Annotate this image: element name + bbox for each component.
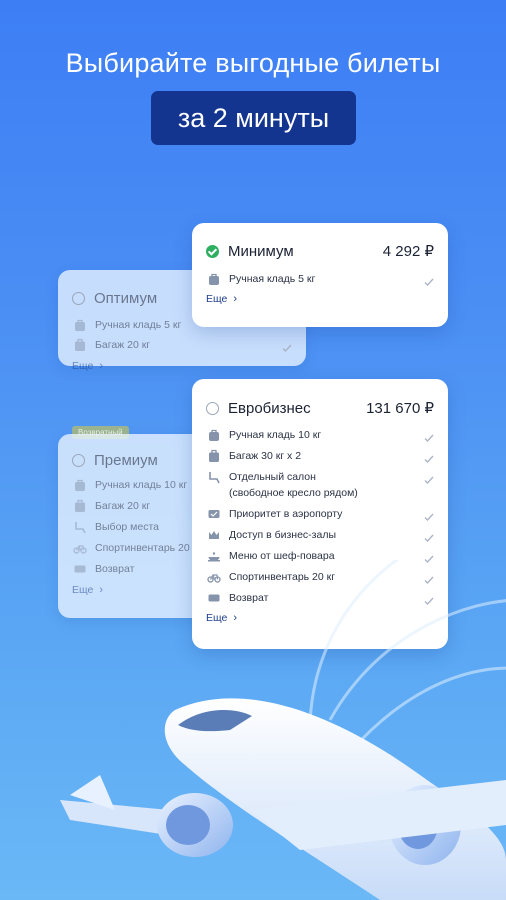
tariff-title: Премиум [94, 451, 158, 469]
seat-icon [72, 520, 87, 534]
seat-icon [206, 470, 221, 484]
bag-icon [72, 478, 87, 492]
chevron-right-icon: › [233, 293, 238, 305]
feature-row: Багаж 30 кг x 2 [206, 449, 434, 469]
more-label: Еще [72, 360, 94, 372]
luggage-icon [72, 338, 87, 352]
bag-icon [72, 318, 87, 332]
priority-icon [206, 507, 221, 521]
feature-label: Спортинвентарь 20 [95, 542, 190, 554]
check-icon [424, 509, 434, 521]
radio-eurobusiness[interactable] [206, 401, 219, 415]
luggage-icon [72, 499, 87, 513]
more-label: Еще [206, 293, 228, 305]
feature-label: Выбор места [95, 521, 159, 533]
feature-row: Отдельный салон (свободное кресло рядом) [206, 470, 434, 504]
feature-label: Ручная кладь 5 кг [95, 319, 182, 331]
tariff-card-minimum[interactable]: Минимум 4 292 ₽ Ручная кладь 5 кг Еще › [192, 223, 448, 327]
radio-optimum[interactable] [72, 291, 85, 305]
tariff-title: Оптимум [94, 289, 158, 307]
check-icon [424, 451, 434, 463]
feature-label: Отдельный салон [229, 471, 316, 483]
more-link[interactable]: Еще › [206, 293, 237, 305]
feature-label: Ручная кладь 10 кг [229, 429, 322, 441]
feature-row: Багаж 20 кг [72, 338, 292, 358]
lounge-icon [206, 528, 221, 542]
tariff-title: Евробизнес [228, 399, 311, 417]
check-icon [424, 430, 434, 442]
feature-label: Багаж 20 кг [95, 339, 151, 351]
airplane-illustration [60, 560, 506, 900]
check-icon [282, 340, 292, 352]
tariff-title: Минимум [228, 242, 294, 260]
check-icon [424, 530, 434, 542]
feature-label: Ручная кладь 10 кг [95, 479, 188, 491]
bag-icon [206, 428, 221, 442]
bicycle-icon [72, 541, 87, 555]
chevron-right-icon: › [99, 360, 104, 372]
feature-label: Багаж 20 кг [95, 500, 151, 512]
radio-premium[interactable] [72, 453, 85, 467]
tariff-price: 4 292 ₽ [382, 243, 434, 260]
more-link[interactable]: Еще › [72, 360, 103, 372]
radio-minimum-selected[interactable] [206, 244, 219, 258]
check-icon [424, 274, 434, 286]
headline: Выбирайте выгодные билеты [65, 48, 441, 78]
duration-badge: за 2 минуты [151, 91, 356, 145]
check-icon [424, 472, 434, 484]
feature-row: Доступ в бизнес-залы [206, 528, 434, 548]
feature-label: Ручная кладь 5 кг [229, 273, 316, 285]
feature-label: Багаж 30 кг x 2 [229, 450, 302, 462]
feature-row: Приоритет в аэропорту [206, 507, 434, 527]
feature-row: Ручная кладь 5 кг [206, 272, 434, 292]
feature-label: Приоритет в аэропорту [229, 508, 343, 520]
feature-sublabel: (свободное кресло рядом) [229, 487, 358, 499]
tariff-price: 131 670 ₽ [366, 400, 434, 417]
feature-label: Доступ в бизнес-залы [229, 529, 336, 541]
bag-icon [206, 272, 221, 286]
luggage-icon [206, 449, 221, 463]
feature-row: Ручная кладь 10 кг [206, 428, 434, 448]
